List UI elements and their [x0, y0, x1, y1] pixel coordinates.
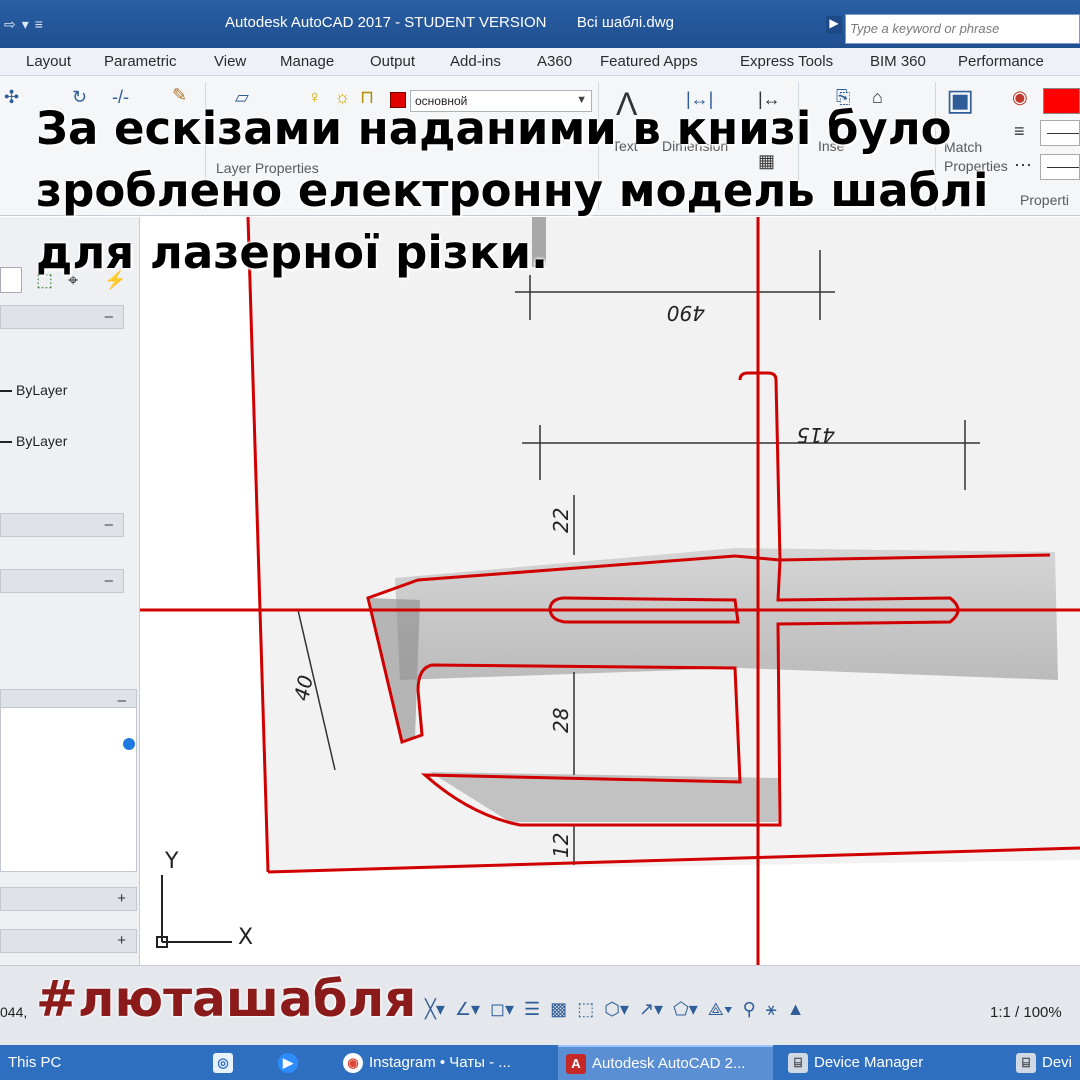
- taskbar-this-pc[interactable]: This PC: [0, 1045, 190, 1080]
- autocad-screen: ⇨ ▾ ≡ Autodesk AutoCAD 2017 - STUDENT VE…: [0, 0, 1080, 1080]
- ucs-x-label: X: [238, 925, 253, 950]
- ribbon-tabs: Layout Parametric View Manage Output Add…: [0, 48, 1080, 76]
- transparency-icon[interactable]: ▩: [550, 999, 567, 1020]
- taskbar-zoom[interactable]: ▶: [270, 1045, 320, 1080]
- 3d-osnap-icon[interactable]: ⬡▾: [604, 999, 629, 1020]
- dim-label-28: 28: [549, 708, 573, 733]
- file-name: Всі шаблі.dwg: [576, 14, 674, 31]
- status-dot: [123, 738, 135, 750]
- modify-icon[interactable]: ✣: [4, 88, 19, 106]
- linetype-icon[interactable]: ⋯: [1014, 156, 1032, 174]
- dim-label-22: 22: [549, 508, 573, 533]
- quick-access-toolbar[interactable]: ⇨ ▾ ≡: [0, 10, 43, 38]
- caption-overlay: За ескізами наданими в книзі було зробле…: [36, 98, 996, 284]
- tab-performance[interactable]: Performance: [958, 53, 1044, 70]
- lineweight-row[interactable]: ByLayer: [0, 433, 124, 449]
- window-title: Autodesk AutoCAD 2017 - STUDENT VERSION …: [225, 14, 674, 31]
- zoom-icon: ▶: [278, 1052, 298, 1073]
- collapsed-section-2[interactable]: +: [0, 929, 137, 953]
- object-snap-icon[interactable]: ◻▾: [490, 999, 514, 1020]
- device-manager-icon: ⌸: [1016, 1052, 1036, 1073]
- ucs-icon: [156, 875, 232, 948]
- caption-line-2: зроблено електронну модель шаблі: [36, 164, 989, 217]
- view-section-header[interactable]: –: [0, 569, 124, 593]
- dim-label-415: 415: [797, 423, 835, 447]
- linetype-row[interactable]: ByLayer: [0, 382, 124, 398]
- collapsed-section-1[interactable]: +: [0, 887, 137, 911]
- palette-list-panel: [0, 707, 137, 872]
- selection-cycling-icon[interactable]: ⬚: [577, 999, 594, 1020]
- tab-featured-apps[interactable]: Featured Apps: [600, 53, 698, 70]
- annotation-scale-icon[interactable]: ▲: [787, 999, 805, 1020]
- dim-label-12: 12: [549, 833, 573, 858]
- linetype-selector[interactable]: [1040, 154, 1080, 180]
- autocad-icon: A: [566, 1053, 586, 1074]
- selection-filter-icon[interactable]: ⬠▾: [673, 999, 698, 1020]
- taskbar-device-manager-2[interactable]: ⌸ Devi: [1008, 1045, 1080, 1080]
- dynamic-ucs-icon[interactable]: ↗▾: [639, 999, 663, 1020]
- hashtag-overlay: #люташабля: [36, 970, 417, 1028]
- tab-output[interactable]: Output: [370, 53, 415, 70]
- device-manager-icon: ⌸: [788, 1052, 808, 1073]
- tab-parametric[interactable]: Parametric: [104, 53, 177, 70]
- drawing-svg: 490 415 22 28 40 12 Y X: [140, 217, 1080, 965]
- tab-layout[interactable]: Layout: [26, 53, 71, 70]
- title-bar: ⇨ ▾ ≡ Autodesk AutoCAD 2017 - STUDENT VE…: [0, 0, 1080, 48]
- ucs-y-label: Y: [164, 849, 179, 874]
- tab-view[interactable]: View: [214, 53, 246, 70]
- annotation-scale[interactable]: 1:1 / 100%: [990, 1004, 1062, 1021]
- tab-express-tools[interactable]: Express Tools: [740, 53, 833, 70]
- general-section-header[interactable]: –: [0, 305, 124, 329]
- gizmo-icon[interactable]: ⟁▾: [708, 999, 733, 1020]
- search-input[interactable]: Type a keyword or phrase: [845, 14, 1080, 44]
- scanned-sketch-paper: [248, 217, 1080, 872]
- tab-manage[interactable]: Manage: [280, 53, 334, 70]
- color-selector[interactable]: [1043, 88, 1080, 114]
- customize-qat-icon[interactable]: ≡: [35, 16, 43, 32]
- tab-bim-360[interactable]: BIM 360: [870, 53, 926, 70]
- lineweight-selector[interactable]: [1040, 120, 1080, 146]
- plot-style-section-header[interactable]: –: [0, 513, 124, 537]
- taskbar-app-icon[interactable]: ◎: [205, 1045, 255, 1080]
- search-expand-icon[interactable]: ▶: [826, 16, 842, 34]
- taskbar-autocad[interactable]: A Autodesk AutoCAD 2...: [558, 1045, 773, 1080]
- status-toggles: ╳▾ ∠▾ ◻▾ ☰ ▩ ⬚ ⬡▾ ↗▾ ⬠▾ ⟁▾ ⚲ ⚹ ▲: [425, 999, 804, 1020]
- chrome-icon: ◉: [343, 1052, 363, 1073]
- windows-taskbar: This PC ◎ ▶ ◉ Instagram • Чаты - ... A A…: [0, 1045, 1080, 1080]
- object-type-dropdown[interactable]: [0, 267, 22, 293]
- lineweight-toggle-icon[interactable]: ☰: [524, 999, 540, 1020]
- lineweight-icon[interactable]: ≡: [1014, 122, 1025, 140]
- app-title: Autodesk AutoCAD 2017 - STUDENT VERSION: [225, 14, 547, 31]
- taskbar-device-manager[interactable]: ⌸ Device Manager: [780, 1045, 1000, 1080]
- isometric-icon[interactable]: ∠▾: [455, 999, 480, 1020]
- redo-icon[interactable]: ⇨: [4, 16, 16, 33]
- caption-line-1: За ескізами наданими в книзі було: [36, 102, 952, 155]
- auto-scale-icon[interactable]: ⚹: [766, 999, 777, 1020]
- polar-tracking-icon[interactable]: ╳▾: [425, 999, 445, 1020]
- coordinate-readout: 044,: [0, 1004, 28, 1020]
- properties-palette: ⬚ ⌖ ⚡ – ByLayer ByLayer – – – + +: [0, 217, 140, 965]
- tab-add-ins[interactable]: Add-ins: [450, 53, 501, 70]
- properties-panel-label: Properti: [1020, 192, 1070, 208]
- color-wheel-icon[interactable]: ◉: [1012, 88, 1028, 106]
- app-icon: ◎: [213, 1052, 233, 1073]
- drawing-canvas[interactable]: 490 415 22 28 40 12 Y X: [140, 217, 1080, 965]
- taskbar-instagram[interactable]: ◉ Instagram • Чаты - ...: [335, 1045, 550, 1080]
- tab-a360[interactable]: A360: [537, 53, 572, 70]
- caption-line-3: для лазерної різки.: [36, 226, 549, 279]
- dropdown-arrow-icon[interactable]: ▾: [22, 16, 29, 33]
- dim-label-490: 490: [667, 301, 705, 325]
- annotation-visibility-icon[interactable]: ⚲: [743, 999, 756, 1020]
